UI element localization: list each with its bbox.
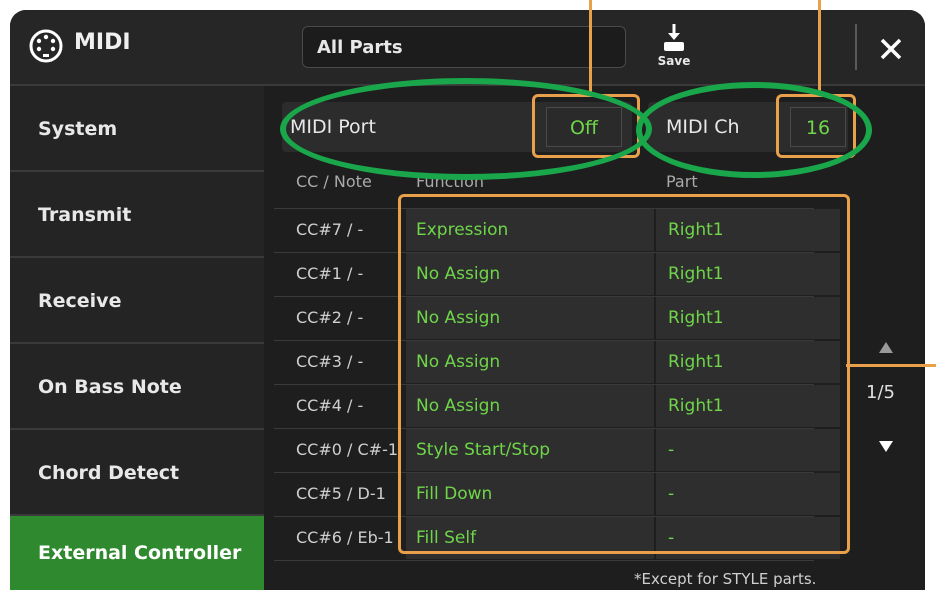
function-button[interactable]: No Assign: [406, 297, 654, 339]
header-divider: [855, 24, 857, 70]
part-button[interactable]: Right1: [656, 209, 840, 251]
function-button[interactable]: No Assign: [406, 253, 654, 295]
close-icon[interactable]: [868, 26, 914, 72]
part-button[interactable]: Right1: [656, 297, 840, 339]
sidebar-item-system[interactable]: System: [10, 86, 264, 172]
midi-port-value-button[interactable]: Off: [546, 107, 622, 147]
footnote: *Except for STYLE parts.: [634, 570, 817, 588]
column-header-function: Function: [416, 172, 485, 191]
table-row: No Assign Right1: [406, 296, 840, 340]
function-button[interactable]: Fill Self: [406, 517, 654, 559]
midi-connector-icon: [29, 29, 63, 63]
cc-label: CC#0 / C#-1: [296, 440, 399, 459]
midi-port-label: MIDI Port: [290, 116, 376, 138]
part-button[interactable]: Right1: [656, 385, 840, 427]
sidebar-item-external-controller[interactable]: External Controller: [10, 516, 264, 590]
cc-label: CC#1 / -: [296, 264, 364, 283]
table-row: No Assign Right1: [406, 340, 840, 384]
save-download-icon: [664, 24, 684, 51]
table-row: Style Start/Stop -: [406, 428, 840, 472]
midi-ch-value-button[interactable]: 16: [790, 107, 846, 147]
midi-screen: MIDI All Parts Save System Transmit Rece…: [10, 10, 925, 590]
cc-label: CC#3 / -: [296, 352, 364, 371]
function-button[interactable]: No Assign: [406, 341, 654, 383]
save-label: Save: [657, 54, 691, 68]
table-row: No Assign Right1: [406, 252, 840, 296]
column-header-part: Part: [666, 172, 698, 191]
table-row: Fill Self -: [406, 516, 840, 560]
part-button[interactable]: -: [656, 473, 840, 515]
column-header-cc-note: CC / Note: [296, 172, 372, 191]
part-button[interactable]: Right1: [656, 341, 840, 383]
cc-label: CC#5 / D-1: [296, 484, 386, 503]
main-content: MIDI Port Off MIDI Ch 16 CC / Note Funct…: [264, 86, 925, 590]
part-button[interactable]: -: [656, 517, 840, 559]
scroll-down-icon[interactable]: [876, 436, 896, 456]
top-bar: MIDI All Parts Save: [10, 10, 925, 86]
sidebar-item-chord-detect[interactable]: Chord Detect: [10, 430, 264, 516]
cc-label: CC#7 / -: [296, 220, 364, 239]
page-indicator: 1/5: [866, 382, 895, 403]
part-button[interactable]: -: [656, 429, 840, 471]
save-button[interactable]: Save: [648, 22, 700, 76]
table-row: Fill Down -: [406, 472, 840, 516]
sidebar-item-on-bass-note[interactable]: On Bass Note: [10, 344, 264, 430]
cc-label: CC#6 / Eb-1: [296, 528, 394, 547]
cc-label: CC#4 / -: [296, 396, 364, 415]
sidebar: System Transmit Receive On Bass Note Cho…: [10, 86, 264, 590]
function-button[interactable]: No Assign: [406, 385, 654, 427]
sidebar-item-receive[interactable]: Receive: [10, 258, 264, 344]
function-button[interactable]: Style Start/Stop: [406, 429, 654, 471]
midi-ch-label: MIDI Ch: [666, 116, 740, 138]
function-button[interactable]: Fill Down: [406, 473, 654, 515]
page-title: MIDI: [74, 30, 131, 55]
row-divider: [274, 560, 814, 561]
scroll-up-icon[interactable]: [876, 338, 896, 358]
function-button[interactable]: Expression: [406, 209, 654, 251]
cc-label: CC#2 / -: [296, 308, 364, 327]
table-row: Expression Right1: [406, 208, 840, 252]
table-row: No Assign Right1: [406, 384, 840, 428]
sidebar-item-transmit[interactable]: Transmit: [10, 172, 264, 258]
part-button[interactable]: Right1: [656, 253, 840, 295]
parts-selector[interactable]: All Parts: [302, 26, 626, 68]
